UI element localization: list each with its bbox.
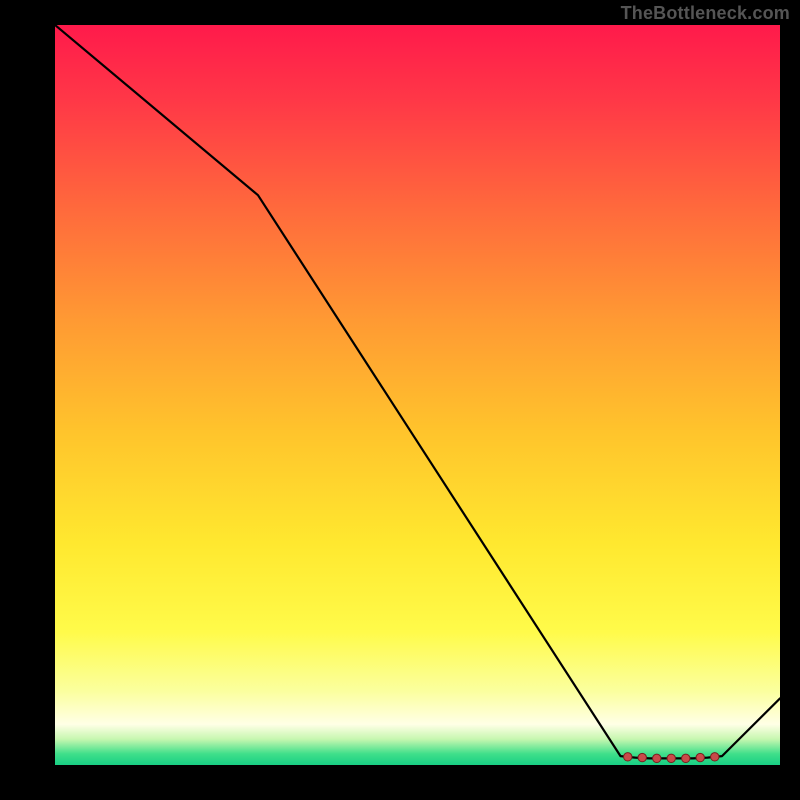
- chart-svg: [55, 25, 780, 765]
- data-marker: [638, 753, 646, 761]
- data-marker: [696, 753, 704, 761]
- data-marker: [682, 754, 690, 762]
- gradient-background: [55, 25, 780, 765]
- data-marker: [711, 753, 719, 761]
- chart-frame: TheBottleneck.com: [0, 0, 800, 800]
- data-marker: [624, 753, 632, 761]
- watermark-text: TheBottleneck.com: [621, 3, 790, 24]
- data-marker: [667, 754, 675, 762]
- data-marker: [653, 754, 661, 762]
- plot-area: [55, 25, 780, 765]
